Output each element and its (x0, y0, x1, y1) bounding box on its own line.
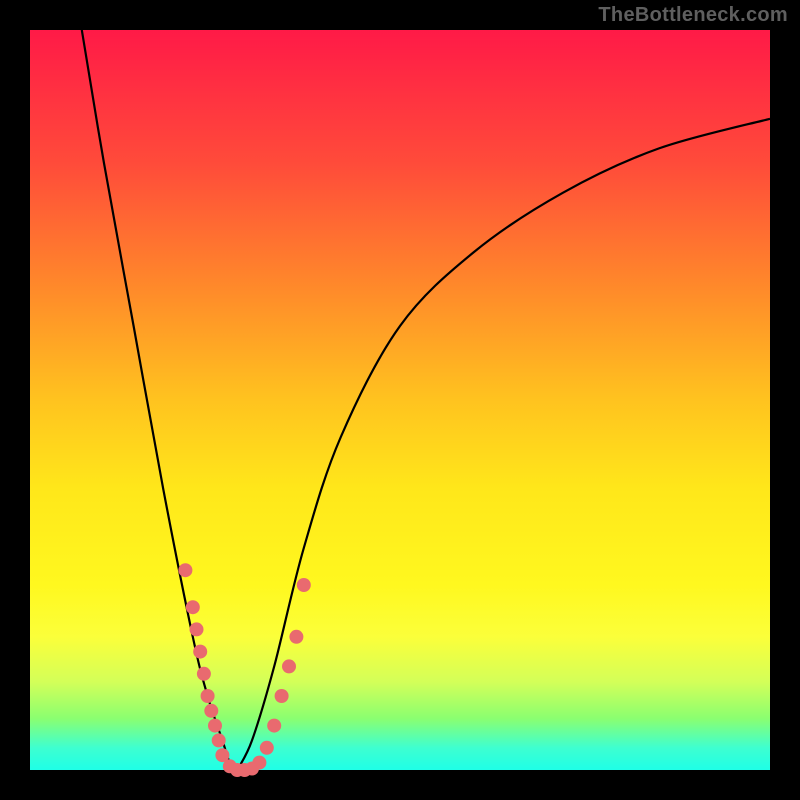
scatter-dot (267, 719, 281, 733)
scatter-dot (252, 756, 266, 770)
scatter-dot (193, 645, 207, 659)
scatter-dot (282, 659, 296, 673)
scatter-dot (201, 689, 215, 703)
chart-svg (30, 30, 770, 770)
curve-right-branch (237, 119, 770, 770)
scatter-dot (212, 733, 226, 747)
scatter-dot (178, 563, 192, 577)
scatter-dot (204, 704, 218, 718)
scatter-dot (275, 689, 289, 703)
scatter-dot (289, 630, 303, 644)
outer-frame: TheBottleneck.com (0, 0, 800, 800)
plot-area (30, 30, 770, 770)
scatter-dot (197, 667, 211, 681)
scatter-dot (190, 622, 204, 636)
curve-left-branch (82, 30, 237, 770)
scatter-dot (297, 578, 311, 592)
watermark-text: TheBottleneck.com (598, 4, 788, 27)
scatter-dot (208, 719, 222, 733)
scatter-dot (186, 600, 200, 614)
scatter-dot (260, 741, 274, 755)
